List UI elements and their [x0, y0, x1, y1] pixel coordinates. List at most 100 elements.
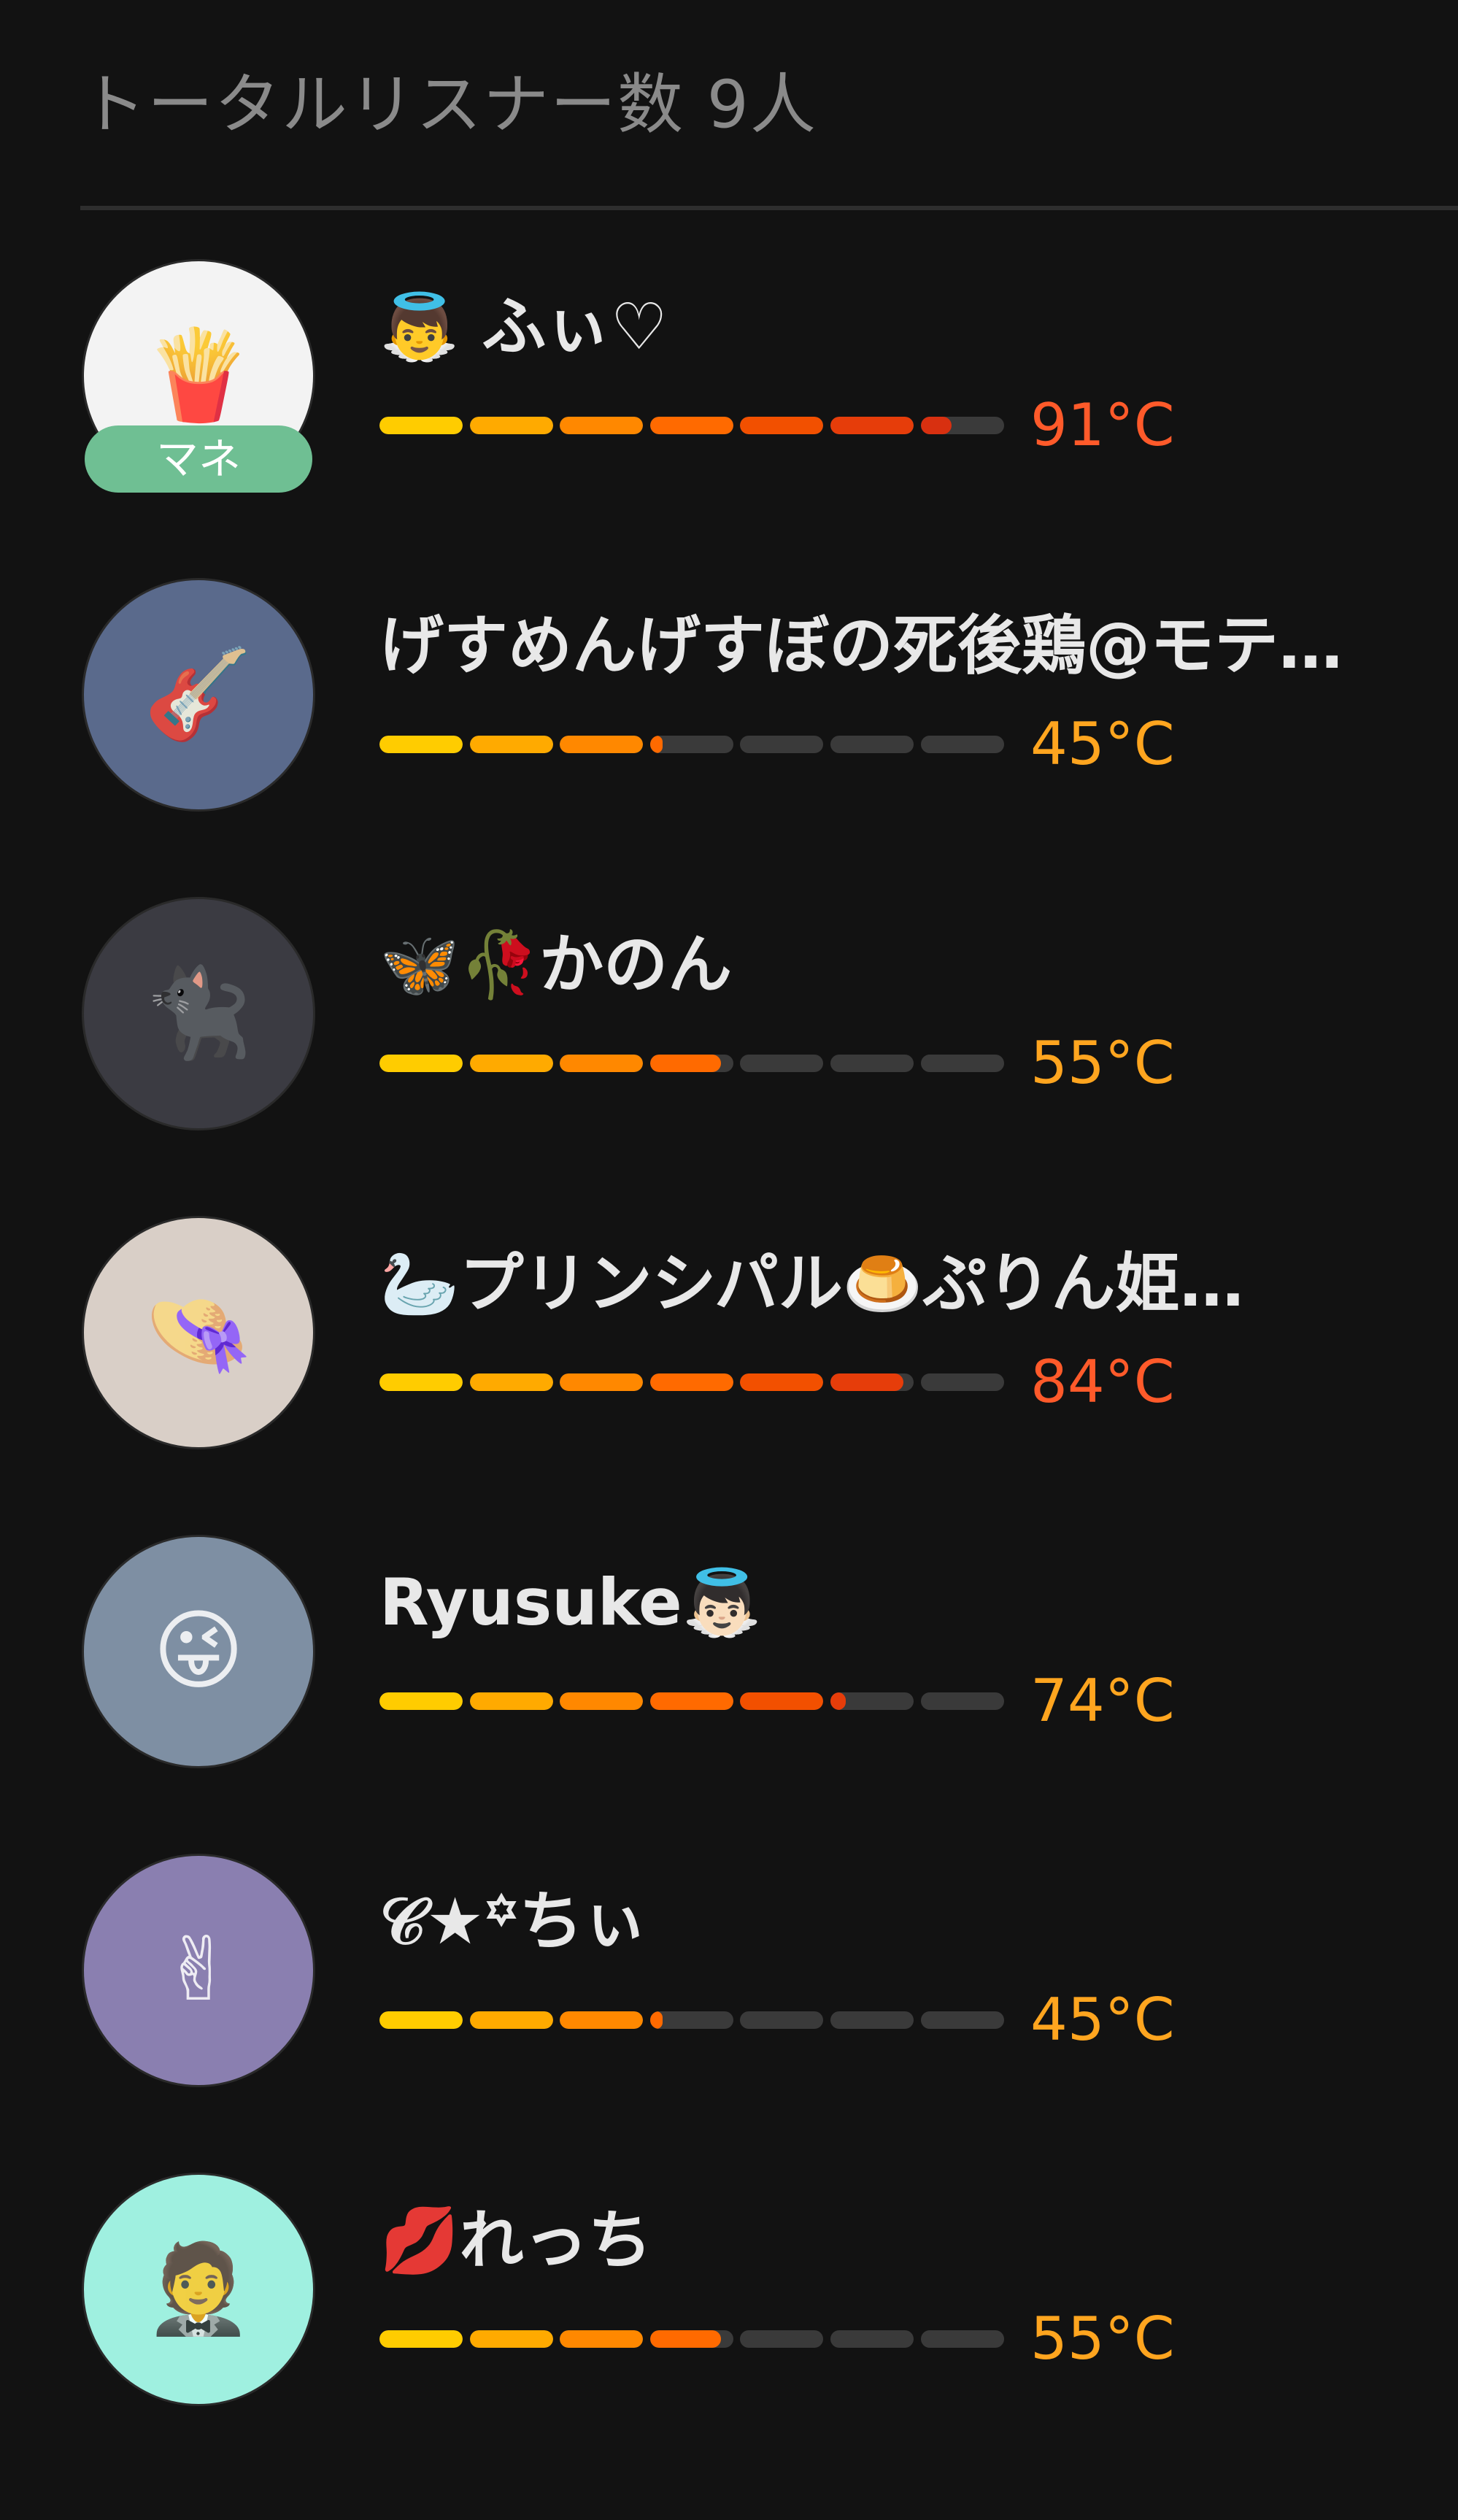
temperature-bar-segment — [469, 1055, 553, 1072]
temperature-bar-fill — [740, 1692, 824, 1710]
illustration-icon: ✌ — [161, 1919, 236, 2021]
temperature-bar — [379, 736, 1004, 753]
temperature-bar-segment — [379, 736, 463, 753]
temperature-label: 91°C — [1030, 391, 1175, 459]
temperature-bar — [379, 1055, 1004, 1072]
chibi-character-icon: 🤵 — [144, 2238, 253, 2340]
avatar[interactable]: 😜 — [82, 1535, 315, 1768]
temperature-bar-segment — [469, 2011, 553, 2029]
group-photo-icon: 😜 — [153, 1600, 244, 1702]
listener-name[interactable]: 💋れっち — [379, 2202, 1350, 2279]
listener-name[interactable]: Ryusuke👼🏻 — [379, 1564, 1350, 1641]
temperature-bar-fill — [830, 1373, 904, 1391]
temperature-bar-fill — [379, 2011, 463, 2029]
temperature-bar — [379, 1692, 1004, 1710]
temperature-bar-fill — [920, 417, 952, 434]
temperature-bar-fill — [469, 417, 553, 434]
avatar[interactable]: ✌ — [82, 1854, 315, 2087]
temperature-bar-fill — [649, 2011, 663, 2029]
temperature-bar-fill — [830, 1692, 846, 1710]
temperature-bar-segment — [560, 2011, 644, 2029]
listener-row[interactable]: 🤵 💋れっち 55°C — [0, 2173, 1458, 2492]
temperature-bar — [379, 2011, 1004, 2029]
avatar[interactable]: 🐈‍⬛ — [82, 897, 315, 1130]
temperature-bar-fill — [560, 1692, 644, 1710]
temperature-label: 84°C — [1030, 1348, 1175, 1416]
temperature-bar-fill — [379, 2330, 463, 2348]
listener-row[interactable]: 🐈‍⬛ 🦋🥀かのん 55°C — [0, 897, 1458, 1216]
listener-name[interactable]: 🦋🥀かのん — [379, 926, 1350, 1003]
listener-row[interactable]: 👒 🦢プリンシパル🍮ぷりん姫… 84°C — [0, 1216, 1458, 1535]
temperature-bar-segment — [830, 1055, 914, 1072]
temperature-bar-segment — [379, 2011, 463, 2029]
temperature-bar-segment — [740, 2011, 824, 2029]
temperature-bar-fill — [740, 1373, 824, 1391]
temperature-bar-segment — [560, 1373, 644, 1391]
temperature-bar-segment — [920, 2011, 1004, 2029]
temperature-bar-segment — [469, 736, 553, 753]
temperature-bar-segment — [740, 417, 824, 434]
temperature-bar-segment — [740, 736, 824, 753]
temperature-label: 55°C — [1030, 2305, 1175, 2373]
temperature-label: 45°C — [1030, 710, 1175, 778]
temperature-bar-segment — [830, 2011, 914, 2029]
temperature-bar-segment — [740, 2330, 824, 2348]
listener-row[interactable]: 🍟 マネ 👼 ふぃ♡ 91°C — [0, 259, 1458, 578]
listener-name[interactable]: 𝒞★꙳ちぃ — [379, 1883, 1350, 1960]
temperature-bar-segment — [379, 1373, 463, 1391]
temperature-bar-segment — [830, 1692, 914, 1710]
temperature-bar-segment — [469, 1373, 553, 1391]
temperature-bar-fill — [469, 2330, 553, 2348]
temperature-bar-fill — [379, 1692, 463, 1710]
temperature-bar-segment — [830, 2330, 914, 2348]
temperature-bar-segment — [830, 417, 914, 434]
temperature-bar — [379, 417, 1004, 434]
temperature-bar-fill — [469, 1055, 553, 1072]
temperature-bar-segment — [560, 1692, 644, 1710]
photo-icon: 🎸 — [144, 644, 253, 745]
listener-row[interactable]: 😜 Ryusuke👼🏻 74°C — [0, 1535, 1458, 1854]
temperature-bar-fill — [379, 1373, 463, 1391]
temperature-bar-fill — [649, 1055, 721, 1072]
avatar[interactable]: 👒 — [82, 1216, 315, 1449]
listener-name[interactable]: 🦢プリンシパル🍮ぷりん姫… — [379, 1245, 1350, 1322]
temperature-bar-fill — [379, 736, 463, 753]
temperature-bar-segment — [379, 2330, 463, 2348]
listener-name[interactable]: 👼 ふぃ♡ — [379, 288, 1350, 366]
temperature-bar — [379, 2330, 1004, 2348]
temperature-bar-segment — [560, 2330, 644, 2348]
temperature-bar-fill — [649, 417, 733, 434]
temperature-bar-fill — [560, 417, 644, 434]
temperature-bar-segment — [649, 1373, 733, 1391]
temperature-bar-segment — [560, 736, 644, 753]
temperature-bar-segment — [649, 1692, 733, 1710]
avatar[interactable]: 🤵 — [82, 2173, 315, 2406]
temperature-bar-fill — [469, 2011, 553, 2029]
temperature-bar-segment — [560, 417, 644, 434]
temperature-bar-segment — [379, 1692, 463, 1710]
listener-row[interactable]: 🎸 げすめんげすぼの死後鶏@モテ… 45°C — [0, 578, 1458, 897]
temperature-bar-fill — [469, 1373, 553, 1391]
temperature-bar-segment — [649, 1055, 733, 1072]
temperature-bar-segment — [740, 1373, 824, 1391]
temperature-bar-segment — [920, 417, 1004, 434]
avatar[interactable]: 🎸 — [82, 578, 315, 812]
temperature-bar-segment — [649, 2011, 733, 2029]
listener-row[interactable]: ✌ 𝒞★꙳ちぃ 45°C — [0, 1854, 1458, 2173]
temperature-bar-fill — [560, 1055, 644, 1072]
temperature-bar-fill — [649, 1692, 733, 1710]
temperature-bar-segment — [649, 2330, 733, 2348]
portrait-icon: 👒 — [144, 1282, 253, 1383]
temperature-bar-fill — [649, 1373, 733, 1391]
total-listeners-title: トータルリスナー数 9人 — [80, 66, 817, 143]
temperature-bar-fill — [649, 736, 663, 753]
temperature-bar-segment — [740, 1055, 824, 1072]
temperature-bar-fill — [560, 1373, 644, 1391]
temperature-bar-segment — [469, 1692, 553, 1710]
temperature-bar-fill — [469, 736, 553, 753]
temperature-label: 45°C — [1030, 1986, 1175, 2054]
temperature-bar-fill — [379, 417, 463, 434]
listener-list: 🍟 マネ 👼 ふぃ♡ 91°C 🎸 げすめんげすぼの死後鶏@モテ… 45°C 🐈‍⬛ 🦋🥀かのん… — [0, 259, 1458, 2492]
temperature-bar-fill — [560, 2330, 644, 2348]
listener-name[interactable]: げすめんげすぼの死後鶏@モテ… — [379, 607, 1350, 685]
